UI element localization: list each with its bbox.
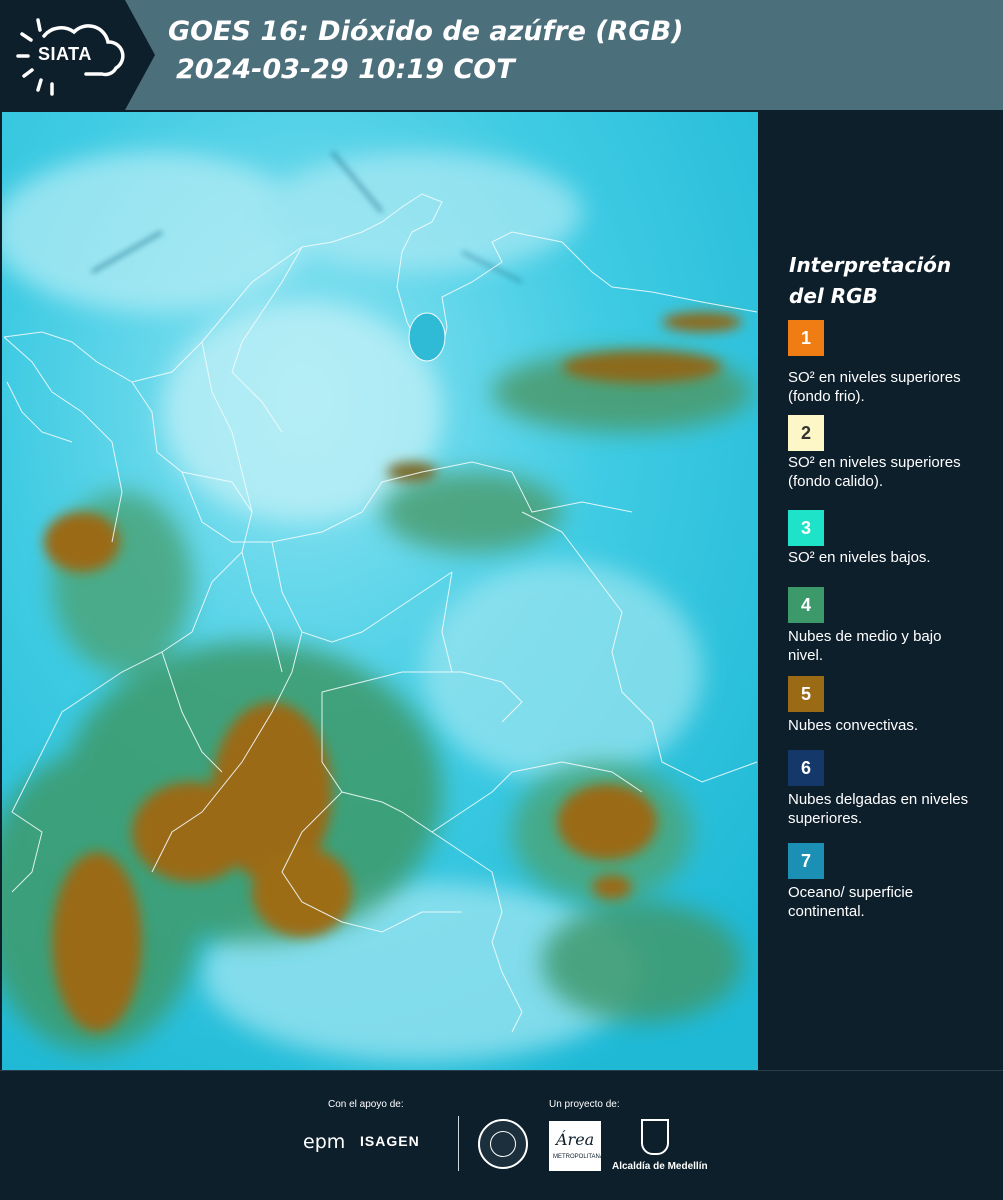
legend-label-4: Nubes de medio y bajo nivel. (788, 628, 942, 664)
legend-label-5: Nubes convectivas. (788, 717, 919, 734)
legend-title-line2: del RGB (789, 284, 878, 308)
legend-label-3: SO² en niveles bajos. (788, 549, 931, 566)
area-logo-text: Área (556, 1130, 595, 1149)
footer: Con el apoyo de: Un proyecto de: epm ISA… (0, 1070, 1003, 1200)
legend-label-2: SO² en niveles superiores (fondo calido)… (788, 454, 961, 490)
legend-label-6: Nubes delgadas en niveles superiores. (788, 791, 969, 827)
legend-label-7: Oceano/ superficie continental. (788, 884, 914, 920)
epm-logo: epm (303, 1131, 346, 1153)
legend-label-1: SO² en niveles superiores (fondo frio). (788, 369, 961, 405)
header-bar: SIATA GOES 16: Dióxido de azúfre (RGB) 2… (0, 0, 1003, 110)
alcaldia-logo-text: Alcaldía de Medellín (612, 1161, 708, 1172)
medellin-seal-icon (478, 1119, 528, 1169)
legend-swatch-3: 3 (788, 510, 824, 546)
legend-swatch-1: 1 (788, 320, 824, 356)
page-title: GOES 16: Dióxido de azúfre (RGB) (168, 16, 684, 47)
timestamp: 2024-03-29 10:19 COT (176, 54, 515, 85)
legend-panel: Interpretación del RGB 1 SO² en niveles s… (770, 110, 1003, 1070)
logo-text: SIATA (38, 44, 92, 64)
footer-divider (458, 1116, 459, 1171)
area-logo-sub: METROPOLITANA (553, 1154, 604, 1160)
legend-title: Interpretación del RGB (789, 250, 989, 312)
siata-logo: SIATA (0, 0, 155, 110)
legend-swatch-6: 6 (788, 750, 824, 786)
isagen-logo: ISAGEN (360, 1133, 420, 1149)
alcaldia-shield-icon (641, 1119, 669, 1155)
satellite-map (2, 112, 758, 1070)
satellite-image (2, 112, 758, 1070)
legend-swatch-4: 4 (788, 587, 824, 623)
legend-swatch-7: 7 (788, 843, 824, 879)
legend-swatch-2: 2 (788, 415, 824, 451)
area-metropolitana-logo: Área METROPOLITANA (549, 1121, 604, 1171)
legend-swatch-5: 5 (788, 676, 824, 712)
project-label: Un proyecto de: (549, 1099, 620, 1110)
support-label: Con el apoyo de: (328, 1099, 404, 1110)
legend-title-line1: Interpretación (789, 253, 952, 277)
